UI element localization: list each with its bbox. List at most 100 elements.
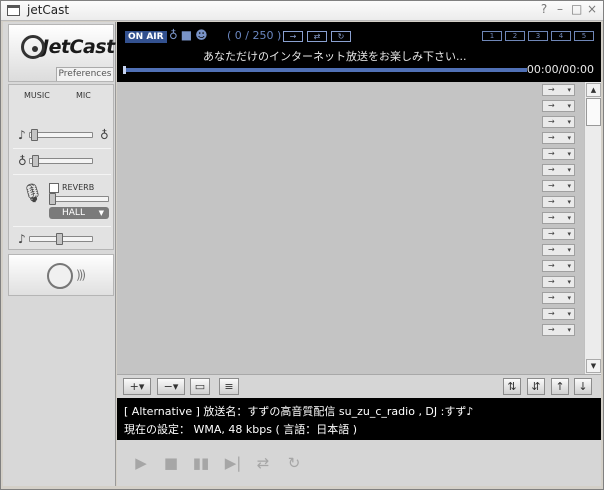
mode-sequential-button[interactable]: → xyxy=(283,31,303,42)
playlist[interactable]: → ▾ → ▾ → ▾ → ▾ → ▾ → ▾ → ▾ → ▾ → ▾ → ▾ → ▾ → ▾ → ▾ → ▾ → ▾ → ▾ ▲ ▼ xyxy=(117,82,601,374)
slot-button-4[interactable]: 4 xyxy=(551,31,571,41)
listener-count: ( 0 / 250 ) xyxy=(227,29,282,42)
lock-icon: ■ xyxy=(180,28,193,42)
row-action-button[interactable]: → ▾ xyxy=(542,180,575,192)
music-note-icon: ♪ xyxy=(18,232,26,246)
divider xyxy=(13,174,111,175)
chevron-down-icon: ▾ xyxy=(567,86,571,94)
reverb-slider[interactable] xyxy=(49,196,109,202)
minimize-button[interactable]: – xyxy=(555,2,565,16)
row-action-button[interactable]: → ▾ xyxy=(542,164,575,176)
sort-icon[interactable]: ⇅ xyxy=(503,378,521,395)
playback-progress-bar[interactable] xyxy=(123,66,527,74)
row-action-button[interactable]: → ▾ xyxy=(542,84,575,96)
slot-button-2[interactable]: 2 xyxy=(505,31,525,41)
divider xyxy=(13,148,111,149)
arrow-right-icon: → xyxy=(548,261,555,270)
arrow-right-icon: → xyxy=(548,277,555,286)
help-button[interactable]: ? xyxy=(539,2,549,16)
chevron-down-icon: ▾ xyxy=(567,182,571,190)
listener-icon: ☻ xyxy=(195,28,208,42)
row-action-button[interactable]: → ▾ xyxy=(542,132,575,144)
reverb-checkbox[interactable] xyxy=(49,183,59,193)
arrow-right-icon: → xyxy=(548,133,555,142)
repeat-icon[interactable]: ⇄ xyxy=(252,453,274,473)
play-mode-buttons: → ⇄ ↻ xyxy=(283,31,351,42)
mic-icon: ♁ xyxy=(18,154,27,168)
playlist-scrollbar[interactable]: ▲ ▼ xyxy=(584,82,601,374)
divider xyxy=(13,226,111,227)
close-button[interactable]: × xyxy=(587,2,597,16)
music-note-icon: ♪ xyxy=(18,128,26,142)
chevron-down-icon: ▾ xyxy=(567,230,571,238)
row-action-button[interactable]: → ▾ xyxy=(542,212,575,224)
maximize-button[interactable]: □ xyxy=(571,2,582,16)
current-settings: 現在の設定： WMA, 48 kbps ( 言語：日本語 ) xyxy=(124,423,358,436)
next-icon[interactable]: ▶| xyxy=(222,453,244,473)
row-action-button[interactable]: → ▾ xyxy=(542,228,575,240)
chevron-down-icon: ▾ xyxy=(567,166,571,174)
row-action-button[interactable]: → ▾ xyxy=(542,100,575,112)
microphone-icon: 🎙 xyxy=(21,183,44,204)
broadcast-button[interactable] xyxy=(8,254,114,296)
on-air-indicator: ON AIR xyxy=(125,31,167,43)
remove-button[interactable]: −▾ xyxy=(157,378,185,395)
chevron-down-icon: ▾ xyxy=(567,150,571,158)
row-action-button[interactable]: → ▾ xyxy=(542,148,575,160)
chevron-down-icon: ▾ xyxy=(567,278,571,286)
title-bar[interactable]: jetCast ? – □ × xyxy=(1,1,603,21)
mode-shuffle-button[interactable]: ⇄ xyxy=(307,31,327,42)
arrow-right-icon: → xyxy=(548,229,555,238)
music-mic-balance-thumb[interactable] xyxy=(31,129,38,141)
reverb-type-value: HALL xyxy=(62,208,85,218)
arrow-right-icon: → xyxy=(548,149,555,158)
music-volume-thumb[interactable] xyxy=(56,233,63,245)
save-list-icon[interactable]: ≡ xyxy=(219,378,239,395)
row-action-button[interactable]: → ▾ xyxy=(542,244,575,256)
reverb-slider-thumb[interactable] xyxy=(49,193,56,205)
music-mic-balance-slider[interactable] xyxy=(29,132,93,138)
chevron-down-icon: ▼ xyxy=(98,209,104,217)
mic-status-icon: ♁ xyxy=(169,28,178,42)
row-action-button[interactable]: → ▾ xyxy=(542,276,575,288)
time-display: 00:00/00:00 xyxy=(526,63,594,76)
row-action-button[interactable]: → ▾ xyxy=(542,324,575,336)
add-button[interactable]: +▾ xyxy=(123,378,151,395)
row-action-button[interactable]: → ▾ xyxy=(542,292,575,304)
music-label: MUSIC xyxy=(24,91,50,100)
window-controls: ? – □ × xyxy=(539,2,597,16)
scroll-down-button[interactable]: ▼ xyxy=(586,359,601,373)
reverb-label: REVERB xyxy=(62,183,95,192)
row-action-button[interactable]: → ▾ xyxy=(542,116,575,128)
move-down-icon[interactable]: ↓ xyxy=(574,378,592,395)
status-display: ON AIR ♁ ■ ☻ ( 0 / 250 ) → ⇄ ↻ 1 2 3 4 5… xyxy=(117,22,601,82)
repeat-one-icon[interactable]: ↻ xyxy=(283,453,305,473)
reverb-type-select[interactable]: HALL ▼ xyxy=(49,207,109,219)
chevron-down-icon: ▾ xyxy=(567,118,571,126)
arrow-right-icon: → xyxy=(548,101,555,110)
status-icons: ♁ ■ ☻ xyxy=(169,28,208,42)
row-action-button[interactable]: → ▾ xyxy=(542,308,575,320)
scroll-up-button[interactable]: ▲ xyxy=(586,83,601,97)
arrow-right-icon: → xyxy=(548,213,555,222)
preferences-tab[interactable]: Preferences xyxy=(56,67,113,81)
arrow-right-icon: → xyxy=(548,293,555,302)
mode-repeat-button[interactable]: ↻ xyxy=(331,31,351,42)
marquee-text: あなただけのインターネット放送をお楽しみ下さい... xyxy=(203,50,467,63)
scroll-thumb[interactable] xyxy=(586,98,601,126)
play-icon[interactable]: ▶ xyxy=(130,453,152,473)
stop-icon[interactable]: ■ xyxy=(160,453,182,473)
mic-volume-thumb[interactable] xyxy=(32,155,39,167)
move-up-icon[interactable]: ↑ xyxy=(551,378,569,395)
row-action-button[interactable]: → ▾ xyxy=(542,196,575,208)
chevron-down-icon: ▾ xyxy=(567,214,571,222)
left-panel: JetCast Preferences MUSIC MIC ♪ ♁ ♁ 🎙 RE… xyxy=(3,22,116,486)
open-folder-icon[interactable]: ▭ xyxy=(190,378,210,395)
jetcast-logo-icon xyxy=(21,35,45,59)
slot-button-1[interactable]: 1 xyxy=(482,31,502,41)
row-action-button[interactable]: → ▾ xyxy=(542,260,575,272)
slot-button-3[interactable]: 3 xyxy=(528,31,548,41)
pause-icon[interactable]: ▮▮ xyxy=(190,453,212,473)
slot-button-5[interactable]: 5 xyxy=(574,31,594,41)
sort-alt-icon[interactable]: ⇵ xyxy=(527,378,545,395)
